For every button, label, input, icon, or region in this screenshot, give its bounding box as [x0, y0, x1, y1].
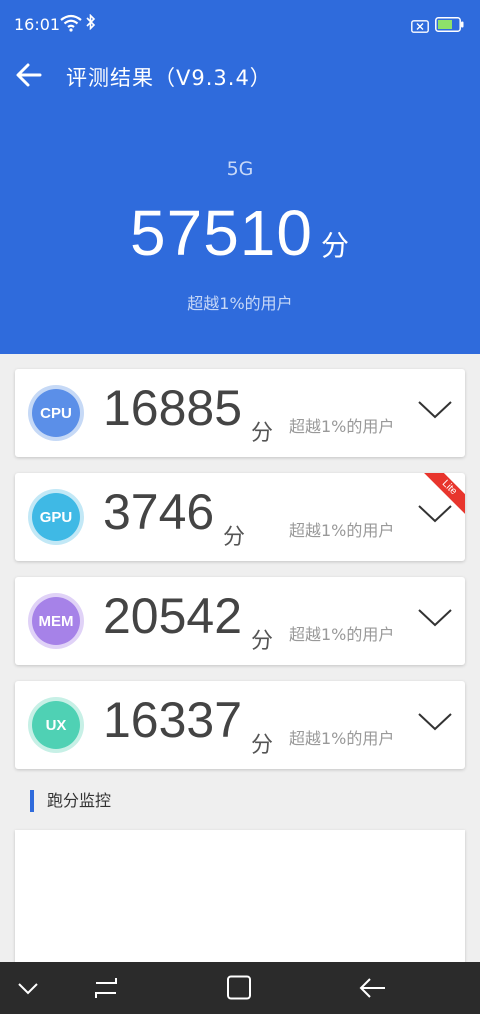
home-icon[interactable] — [225, 975, 253, 1005]
ux-badge: UX — [28, 697, 84, 753]
mem-badge-label: MEM — [32, 597, 80, 645]
gpu-score-card[interactable]: GPU 3746 分 超越1%的用户 Lite — [15, 473, 465, 561]
chevron-down-icon[interactable] — [417, 711, 453, 733]
gpu-score-unit: 分 — [223, 525, 246, 550]
cpu-score-card[interactable]: CPU 16885 分 超越1%的用户 — [15, 369, 465, 457]
recent-apps-icon[interactable] — [92, 975, 120, 1005]
total-percentile: 超越1%的用户 — [187, 294, 293, 313]
bluetooth-icon — [86, 13, 96, 34]
total-score-unit: 分 — [320, 230, 350, 261]
back-arrow-icon[interactable] — [14, 60, 44, 90]
chevron-down-icon[interactable] — [16, 975, 40, 1005]
score-summary: 5G 57510 分 超越1%的用户 — [0, 102, 480, 354]
gpu-badge-label: GPU — [32, 493, 80, 541]
gpu-badge: GPU — [28, 489, 84, 545]
monitor-section-title: 跑分监控 — [30, 790, 111, 812]
cpu-badge-label: CPU — [32, 389, 80, 437]
cpu-score: 16885 — [103, 380, 243, 436]
chevron-down-icon[interactable] — [417, 607, 453, 629]
no-sim-icon — [411, 18, 429, 37]
ux-score-card[interactable]: UX 16337 分 超越1%的用户 — [15, 681, 465, 769]
mem-badge: MEM — [28, 593, 84, 649]
total-score: 57510 分 — [0, 196, 480, 270]
system-nav-bar — [0, 962, 480, 1014]
battery-icon — [435, 17, 465, 36]
device-model: 5G — [226, 158, 254, 180]
ux-percentile: 超越1%的用户 — [289, 729, 395, 748]
cpu-score-unit: 分 — [251, 421, 274, 446]
page-title: 评测结果（V9.3.4） — [66, 66, 272, 90]
chevron-down-icon[interactable] — [417, 503, 453, 525]
ux-score-unit: 分 — [251, 733, 274, 758]
chevron-down-icon[interactable] — [417, 399, 453, 421]
total-score-value: 57510 — [130, 197, 313, 269]
cpu-badge: CPU — [28, 385, 84, 441]
back-icon[interactable] — [358, 975, 388, 1005]
mem-score: 20542 — [103, 588, 243, 644]
gpu-score: 3746 — [103, 484, 215, 540]
monitor-panel — [15, 830, 465, 970]
results-content: CPU 16885 分 超越1%的用户 GPU 3746 分 超越1%的用户 L… — [0, 354, 480, 970]
mem-score-unit: 分 — [251, 629, 274, 654]
mem-percentile: 超越1%的用户 — [289, 625, 395, 644]
status-time: 16:01 — [14, 15, 61, 34]
cpu-percentile: 超越1%的用户 — [289, 417, 395, 436]
ux-badge-label: UX — [32, 701, 80, 749]
status-bar: 16:01 — [0, 0, 480, 50]
ux-score: 16337 — [103, 692, 243, 748]
mem-score-card[interactable]: MEM 20542 分 超越1%的用户 — [15, 577, 465, 665]
wifi-icon — [60, 14, 82, 36]
app-bar: 评测结果（V9.3.4） — [0, 50, 480, 102]
gpu-percentile: 超越1%的用户 — [289, 521, 395, 540]
